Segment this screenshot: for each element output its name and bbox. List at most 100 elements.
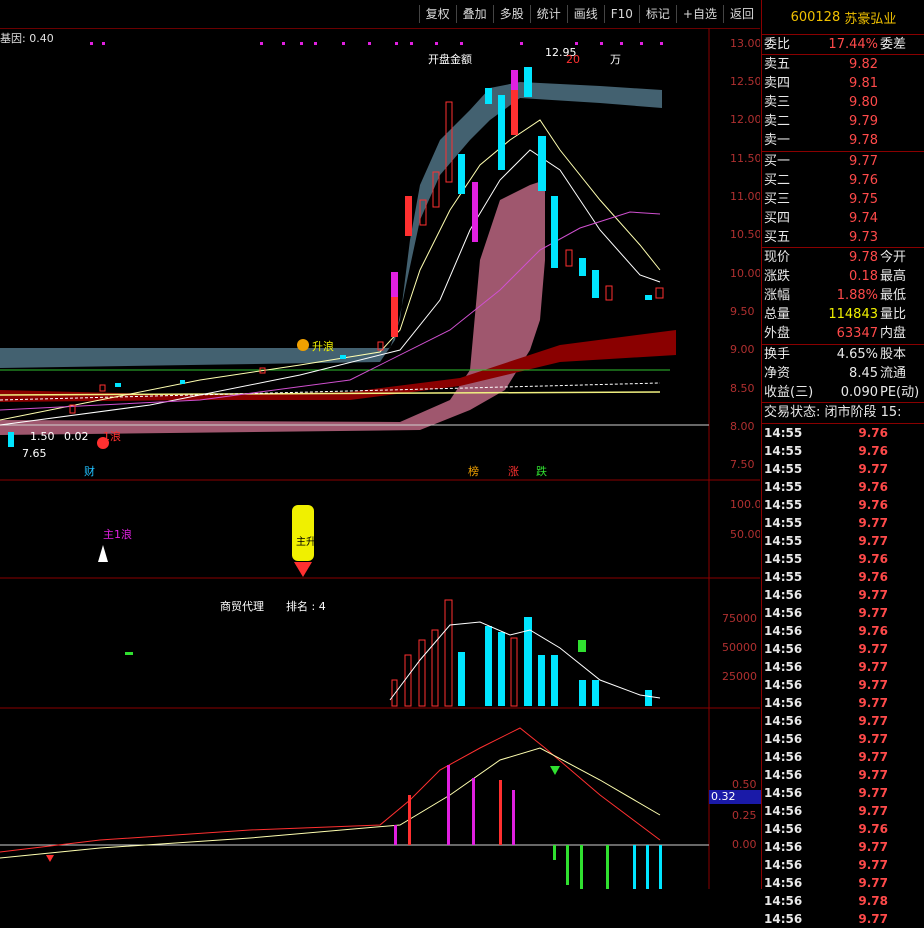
badge-die: 跌	[536, 464, 547, 478]
ma20-line	[0, 211, 661, 411]
tick-row: 14:56 9.77	[762, 730, 924, 748]
chart-toolbar-bar: 复权 叠加 多股 统计 画线 F10 标记 +自选 返回	[0, 0, 760, 29]
tick-time: 14:56	[764, 803, 803, 818]
stat-right-label: 今开	[880, 250, 907, 266]
stat-value: 114843	[828, 307, 878, 323]
toolbar-button-biaoji[interactable]: 标记	[638, 5, 676, 23]
indicator-value-badge: 0.32	[709, 790, 761, 804]
tick-time: 14:55	[764, 461, 803, 476]
candle	[472, 182, 478, 242]
tick-row: 14:56 9.77	[762, 604, 924, 622]
kline-chart-area[interactable]: 13.00 12.50 12.00 11.50 11.00 10.50 10.0…	[0, 28, 761, 889]
tick-row: 14:55 9.76	[762, 496, 924, 514]
signal-dots	[90, 42, 663, 45]
candles	[8, 67, 664, 447]
ask-label: 卖一	[764, 133, 791, 149]
kline-chart-svg[interactable]: 13.00 12.50 12.00 11.50 11.00 10.50 10.0…	[0, 28, 760, 889]
ma10-line	[0, 149, 661, 426]
bid-row[interactable]: 买一 9.77	[762, 152, 924, 171]
tick-price: 9.77	[858, 695, 888, 710]
candle	[405, 196, 412, 236]
bid-row[interactable]: 买三 9.75	[762, 190, 924, 209]
tick-time: 14:56	[764, 911, 803, 926]
tick-time: 14:55	[764, 443, 803, 458]
candle	[180, 380, 185, 384]
macd-bars	[394, 765, 662, 889]
candle	[340, 355, 346, 359]
price-axis: 13.00 12.50 12.00 11.50 11.00 10.50 10.0…	[730, 37, 760, 471]
toolbar-button-tongji[interactable]: 统计	[529, 5, 567, 23]
tick-price: 9.77	[858, 911, 888, 926]
bid-row[interactable]: 买五 9.73	[762, 228, 924, 247]
stat-right-label: 股本	[880, 346, 907, 362]
tick-time: 14:56	[764, 659, 803, 674]
ask-row[interactable]: 卖二 9.79	[762, 112, 924, 131]
ask-row[interactable]: 卖三 9.80	[762, 93, 924, 112]
tick-row: 14:56 9.77	[762, 910, 924, 928]
stat-row: 换手 4.65% 股本	[762, 345, 924, 364]
toolbar-button-fuquan[interactable]: 复权	[418, 5, 456, 23]
ask-row[interactable]: 卖一 9.78	[762, 131, 924, 150]
stat-label: 总量	[764, 307, 791, 323]
tick-price: 9.78	[858, 893, 888, 908]
stat-row: 净资 8.45 流通	[762, 364, 924, 383]
tick-row: 14:55 9.77	[762, 532, 924, 550]
ask-book: 卖五 9.82 卖四 9.81 卖三 9.80 卖二 9.79 卖一 9.78	[762, 55, 924, 152]
panel2-wave-label: 主1浪	[103, 527, 132, 541]
weicha-label: 委差	[880, 37, 907, 52]
tick-time: 14:56	[764, 767, 803, 782]
stock-header: 600128 苏豪弘业	[762, 0, 924, 35]
tick-row: 14:55 9.76	[762, 478, 924, 496]
candle	[592, 270, 599, 298]
tick-time: 14:56	[764, 857, 803, 872]
bid-book: 买一 9.77 买二 9.76 买三 9.75 买四 9.74 买五 9.73	[762, 152, 924, 249]
stat-value: 0.090	[840, 384, 878, 400]
tick-time: 14:56	[764, 785, 803, 800]
toolbar-button-f10[interactable]: F10	[603, 5, 639, 23]
panel3-axis-label: 50000	[722, 641, 757, 654]
tick-row: 14:56 9.77	[762, 586, 924, 604]
tick-row: 14:56 9.78	[762, 892, 924, 910]
price-axis-label: 7.50	[730, 458, 755, 471]
stat-value: 0.18	[849, 269, 878, 285]
candle	[498, 95, 505, 170]
toolbar-button-add-watchlist[interactable]: +自选	[675, 5, 723, 23]
ask-label: 卖四	[764, 76, 791, 92]
bid-row[interactable]: 买二 9.76	[762, 171, 924, 190]
tick-row: 14:55 9.76	[762, 550, 924, 568]
tick-time: 14:56	[764, 695, 803, 710]
amount-value: 20	[566, 53, 580, 66]
candle	[524, 67, 532, 97]
amount-unit: 万	[610, 53, 621, 66]
buy-arrow-icon	[46, 855, 54, 862]
quote-panel: 600128 苏豪弘业 委比 17.44% 委差 卖五 9.82 卖四 9.81 卖…	[761, 0, 924, 926]
tick-price: 9.77	[858, 731, 888, 746]
toolbar-button-duogu[interactable]: 多股	[492, 5, 530, 23]
ask-row[interactable]: 卖五 9.82	[762, 55, 924, 74]
panel2-axis-label: 50.00	[730, 528, 760, 541]
badge-cai: 财	[84, 464, 95, 478]
low-price-mark: 7.65	[22, 447, 47, 460]
tick-price: 9.76	[858, 425, 888, 440]
candle	[391, 272, 398, 297]
stock-code: 600128	[790, 9, 841, 25]
tick-price: 9.77	[858, 605, 888, 620]
tick-list[interactable]: 14:55 9.76 14:55 9.76 14:55 9.77 14:55 9.76 14:5…	[762, 424, 924, 928]
tick-row: 14:56 9.77	[762, 802, 924, 820]
tick-time: 14:55	[764, 533, 803, 548]
ask-price: 9.78	[849, 133, 878, 149]
toolbar-button-huaxian[interactable]: 画线	[566, 5, 604, 23]
candle	[458, 154, 465, 194]
badge-zhang: 涨	[508, 465, 519, 478]
price-axis-label: 12.00	[730, 113, 760, 126]
tick-time: 14:55	[764, 515, 803, 530]
candle	[511, 70, 518, 90]
stat-row: 总量 114843 量比	[762, 305, 924, 324]
toolbar-button-back[interactable]: 返回	[722, 5, 760, 23]
toolbar-button-diejia[interactable]: 叠加	[455, 5, 493, 23]
tick-row: 14:56 9.77	[762, 676, 924, 694]
bid-row[interactable]: 买四 9.74	[762, 209, 924, 228]
ask-row[interactable]: 卖四 9.81	[762, 74, 924, 93]
tick-price: 9.77	[858, 857, 888, 872]
tick-time: 14:56	[764, 641, 803, 656]
